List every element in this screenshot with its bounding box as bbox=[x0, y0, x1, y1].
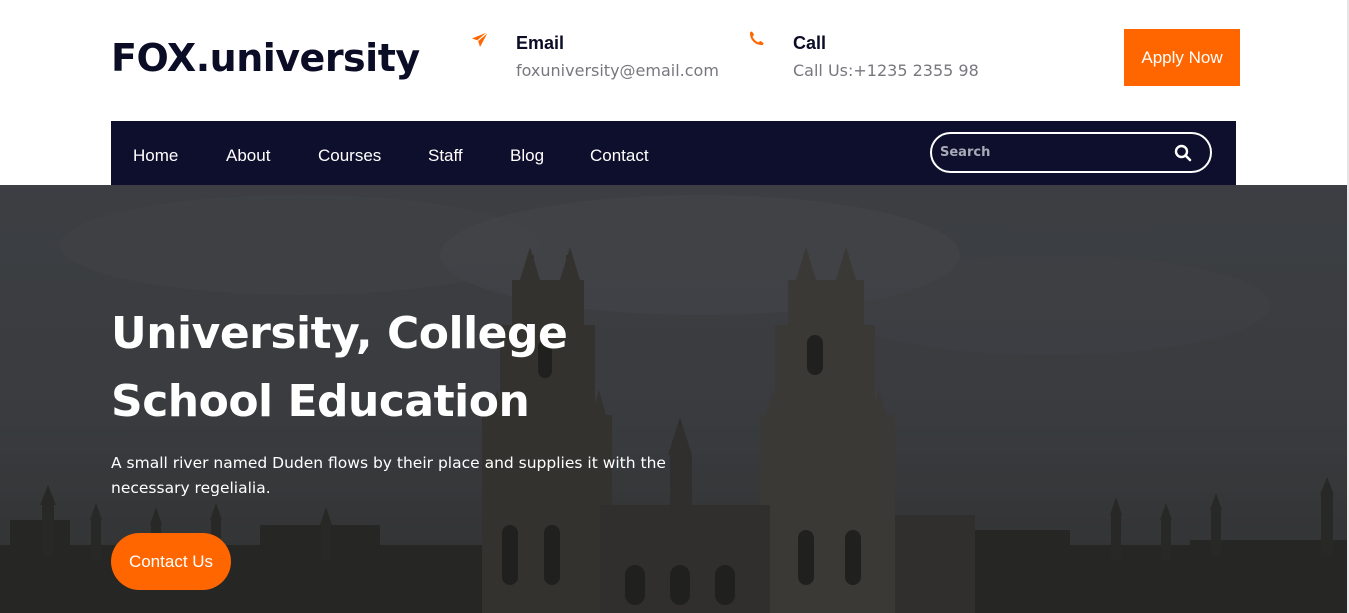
nav-item-about[interactable]: About bbox=[226, 146, 270, 166]
main-nav: Home About Courses Staff Blog Contact bbox=[111, 121, 1236, 185]
hero-title-line1: University, College bbox=[111, 308, 568, 359]
call-title: Call bbox=[793, 33, 827, 53]
email-title: Email bbox=[516, 33, 565, 53]
nav-item-staff[interactable]: Staff bbox=[428, 146, 463, 166]
search-icon[interactable] bbox=[1174, 144, 1192, 162]
hero-title-line2: School Education bbox=[111, 376, 530, 427]
nav-item-courses[interactable]: Courses bbox=[318, 146, 381, 166]
call-number[interactable]: Call Us:+1235 2355 98 bbox=[793, 61, 979, 80]
phone-icon bbox=[747, 30, 767, 50]
hero-title: University, College School Education bbox=[111, 300, 711, 436]
hero-section: University, College School Education A s… bbox=[0, 185, 1349, 613]
paper-plane-icon bbox=[470, 30, 490, 50]
nav-item-contact[interactable]: Contact bbox=[590, 146, 649, 166]
site-logo[interactable]: FOX.university bbox=[111, 36, 420, 80]
call-info: Call Call Us:+1235 2355 98 bbox=[747, 30, 987, 90]
contact-us-button[interactable]: Contact Us bbox=[111, 533, 231, 590]
search-input[interactable] bbox=[940, 145, 1160, 160]
apply-now-button[interactable]: Apply Now bbox=[1124, 29, 1240, 86]
nav-item-home[interactable]: Home bbox=[133, 146, 178, 166]
nav-item-blog[interactable]: Blog bbox=[510, 146, 544, 166]
email-info: Email foxuniversity@email.com bbox=[470, 30, 730, 90]
hero-subtitle: A small river named Duden flows by their… bbox=[111, 454, 666, 497]
search-box bbox=[930, 132, 1212, 173]
email-address[interactable]: foxuniversity@email.com bbox=[516, 61, 719, 80]
